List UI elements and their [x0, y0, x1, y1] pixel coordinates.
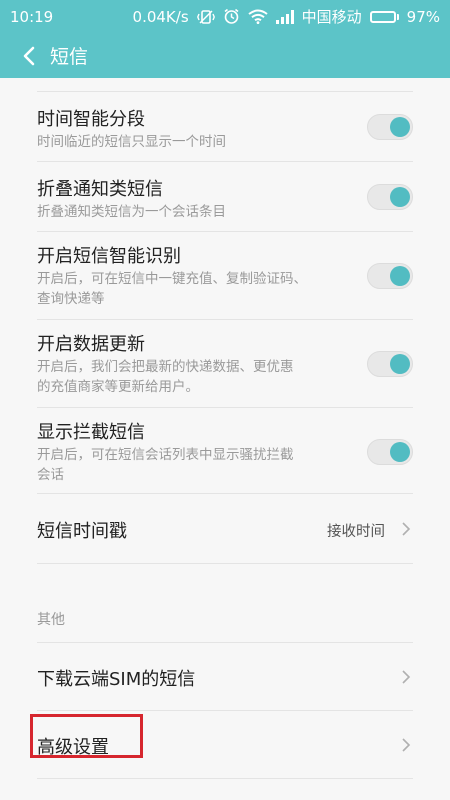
setting-show-blocked[interactable]: 显示拦截短信 开启后，可在短信会话列表中显示骚扰拦截 会话 — [37, 408, 413, 494]
chevron-right-icon — [402, 670, 411, 684]
setting-title: 短信时间戳 — [37, 521, 127, 542]
wifi-icon — [248, 9, 268, 24]
carrier-name: 中国移动 — [301, 8, 362, 26]
signal-icon — [275, 9, 294, 24]
vibrate-icon — [196, 9, 215, 25]
toggle-knob — [390, 354, 410, 374]
net-speed: 0.04K/s — [132, 7, 189, 26]
setting-title: 开启数据更新 — [37, 334, 145, 355]
setting-title: 折叠通知类短信 — [37, 179, 163, 200]
toggle-switch[interactable] — [367, 114, 413, 140]
highlight-box — [30, 714, 143, 758]
setting-subtitle: 开启后，可在短信会话列表中显示骚扰拦截 会话 — [37, 445, 347, 485]
subtitle-line: 开启后，可在短信中一键充值、复制验证码、 — [37, 271, 307, 287]
subtitle-line: 开启后，可在短信会话列表中显示骚扰拦截 — [37, 447, 294, 463]
page-title: 短信 — [50, 46, 89, 68]
setting-title: 时间智能分段 — [37, 109, 145, 130]
toggle-switch[interactable] — [367, 439, 413, 465]
subtitle-line: 的充值商家等更新给用户。 — [37, 379, 199, 395]
back-arrow-icon[interactable] — [14, 41, 44, 71]
toggle-knob — [390, 266, 410, 286]
status-time: 10:19 — [10, 7, 54, 26]
toggle-knob — [390, 117, 410, 137]
toggle-switch[interactable] — [367, 351, 413, 377]
battery-percent: 97% — [406, 7, 440, 26]
setting-title: 下载云端SIM的短信 — [37, 669, 196, 690]
subtitle-line: 开启后，我们会把最新的快递数据、更优惠 — [37, 359, 294, 375]
subtitle-line: 查询快递等 — [37, 291, 105, 307]
setting-download-cloud-sim[interactable]: 下载云端SIM的短信 — [37, 643, 413, 711]
status-bar: 10:19 0.04K/s 中国移动 97% — [0, 0, 450, 33]
setting-title: 开启短信智能识别 — [37, 246, 181, 267]
toggle-switch[interactable] — [367, 263, 413, 289]
setting-subtitle: 折叠通知类短信为一个会话条目 — [37, 204, 226, 220]
settings-list: 时间智能分段 时间临近的短信只显示一个时间 折叠通知类短信 折叠通知类短信为一个… — [0, 78, 450, 800]
chevron-right-icon — [402, 738, 411, 752]
section-header-other: 其他 — [37, 612, 65, 628]
setting-subtitle: 开启后，可在短信中一键充值、复制验证码、 查询快递等 — [37, 269, 347, 309]
setting-time-segment[interactable]: 时间智能分段 时间临近的短信只显示一个时间 — [37, 92, 413, 162]
setting-data-update[interactable]: 开启数据更新 开启后，我们会把最新的快递数据、更优惠 的充值商家等更新给用户。 — [37, 320, 413, 408]
setting-smart-recognition[interactable]: 开启短信智能识别 开启后，可在短信中一键充值、复制验证码、 查询快递等 — [37, 232, 413, 320]
setting-fold-notifications[interactable]: 折叠通知类短信 折叠通知类短信为一个会话条目 — [37, 162, 413, 232]
setting-subtitle: 开启后，我们会把最新的快递数据、更优惠 的充值商家等更新给用户。 — [37, 357, 347, 397]
chevron-right-icon — [402, 522, 411, 536]
alarm-icon — [223, 8, 240, 25]
app-bar: 短信 — [0, 33, 450, 78]
setting-subtitle: 时间临近的短信只显示一个时间 — [37, 134, 226, 150]
setting-value: 接收时间 — [327, 524, 385, 540]
subtitle-line: 会话 — [37, 467, 64, 483]
toggle-knob — [390, 442, 410, 462]
toggle-switch[interactable] — [367, 184, 413, 210]
battery-icon — [369, 10, 399, 23]
toggle-knob — [390, 187, 410, 207]
setting-timestamp[interactable]: 短信时间戳 接收时间 — [37, 494, 413, 564]
setting-title: 显示拦截短信 — [37, 422, 145, 443]
